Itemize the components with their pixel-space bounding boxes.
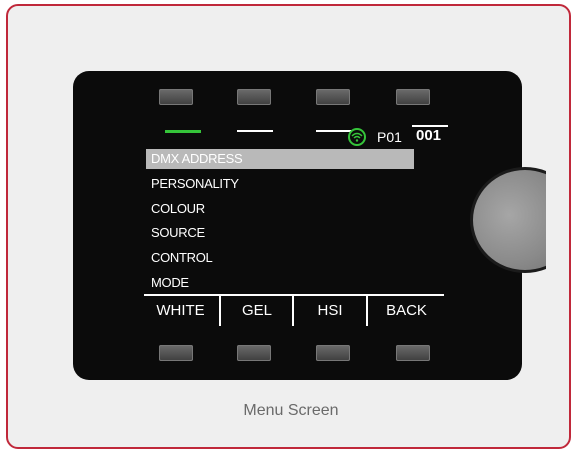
softkey-divider xyxy=(219,296,221,326)
dmx-address-value: 001 xyxy=(416,127,442,144)
status-bar: P01 001 xyxy=(348,125,448,147)
menu-item-colour[interactable]: COLOUR xyxy=(151,199,205,219)
page-indicator-3 xyxy=(316,130,352,132)
softkey-divider xyxy=(366,296,368,326)
top-button-2[interactable] xyxy=(237,89,271,105)
menu-item-dmx-address[interactable]: DMX ADDRESS xyxy=(146,149,414,169)
softkey-gel[interactable]: GEL xyxy=(222,296,292,328)
softkey-hsi[interactable]: HSI xyxy=(295,296,365,328)
bottom-button-1[interactable] xyxy=(159,345,193,361)
softkey-back[interactable]: BACK xyxy=(369,296,444,328)
softkey-bar: WHITE GEL HSI BACK xyxy=(144,294,444,328)
softkey-divider xyxy=(292,296,294,326)
page-indicator-2 xyxy=(237,130,273,132)
menu-item-control[interactable]: CONTROL xyxy=(151,248,213,268)
encoder-dial[interactable] xyxy=(470,167,546,273)
preset-label: P01 xyxy=(377,129,402,145)
top-button-4[interactable] xyxy=(396,89,430,105)
menu-item-personality[interactable]: PERSONALITY xyxy=(151,174,239,194)
bottom-button-4[interactable] xyxy=(396,345,430,361)
rotary-encoder[interactable] xyxy=(466,167,546,273)
bottom-button-3[interactable] xyxy=(316,345,350,361)
bottom-button-2[interactable] xyxy=(237,345,271,361)
page-indicator-1 xyxy=(165,130,201,133)
menu-item-mode[interactable]: MODE xyxy=(151,273,189,293)
control-panel xyxy=(73,71,522,380)
top-button-1[interactable] xyxy=(159,89,193,105)
softkey-white[interactable]: WHITE xyxy=(144,296,217,328)
wifi-icon xyxy=(348,128,366,146)
figure-caption: Menu Screen xyxy=(243,402,339,419)
top-button-3[interactable] xyxy=(316,89,350,105)
menu-item-source[interactable]: SOURCE xyxy=(151,223,205,243)
